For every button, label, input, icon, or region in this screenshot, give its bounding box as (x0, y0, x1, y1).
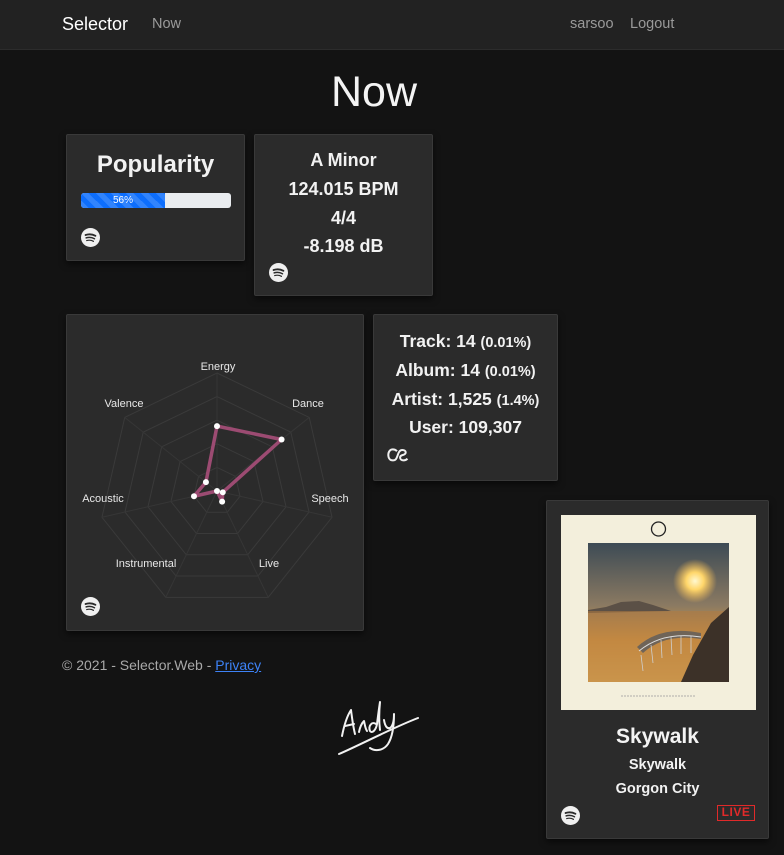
now-playing-card: Skywalk Skywalk Gorgon City LIVE (546, 500, 769, 839)
brand-link[interactable]: Selector (62, 14, 128, 35)
radar-chart: Energy Dance Speech Live Instrumental Ac… (82, 361, 349, 598)
artist-name: Gorgon City (615, 781, 700, 797)
radar-point-valence (202, 479, 209, 486)
privacy-link[interactable]: Privacy (215, 657, 261, 673)
radar-label-live: Live (259, 558, 279, 570)
radar-point-live (219, 498, 226, 505)
radar-point-dance (278, 436, 285, 443)
album-art-image[interactable] (561, 515, 756, 710)
popularity-progress: 56% (81, 193, 231, 208)
radar-grid-spoke (165, 490, 218, 598)
spotify-icon (561, 806, 580, 825)
radar-point-instrumental (214, 488, 220, 494)
popularity-progress-fill: 56% (81, 193, 165, 208)
radar-label-energy: Energy (201, 361, 236, 373)
radar-series-line (192, 424, 284, 504)
album-scrobbles: Album: 14 (0.01%) (374, 360, 557, 381)
track-scrobbles: Track: 14 (0.01%) (374, 331, 557, 352)
track-title: Skywalk (616, 725, 699, 748)
artist-scrobbles-count: Artist: 1,525 (391, 389, 492, 409)
radar-label-dance: Dance (292, 398, 324, 410)
radar-label-instrumental: Instrumental (116, 558, 177, 570)
spotify-icon (269, 263, 288, 282)
track-scrobbles-pct: (0.01%) (480, 335, 532, 351)
scrobble-card: Track: 14 (0.01%) Album: 14 (0.01%) Arti… (373, 314, 558, 481)
album-scrobbles-count: Album: 14 (395, 360, 480, 380)
spotify-icon (81, 228, 100, 247)
audio-features-card: A Minor 124.015 BPM 4/4 -8.198 dB (254, 134, 433, 296)
radar-grid-spoke (216, 490, 269, 598)
footer: © 2021 - Selector.Web - Privacy (62, 657, 261, 673)
popularity-title: Popularity (96, 151, 215, 178)
radar-point-energy (214, 423, 220, 430)
user-scrobbles: User: 109,307 (409, 417, 522, 437)
radar-label-acoustic: Acoustic (82, 493, 124, 505)
radar-point-speech (219, 489, 226, 496)
nav-link-logout[interactable]: Logout (630, 16, 674, 32)
spotify-icon (81, 597, 100, 616)
footer-copyright: © 2021 - Selector.Web - (62, 657, 216, 673)
key-value: A Minor (310, 150, 377, 170)
track-scrobbles-count: Track: 14 (399, 331, 476, 351)
album-scrobbles-pct: (0.01%) (484, 364, 536, 380)
artist-scrobbles-pct: (1.4%) (496, 393, 540, 409)
album-title: Skywalk (628, 757, 687, 773)
live-badge: LIVE (717, 805, 755, 821)
page-title: Now (330, 68, 418, 116)
nav-link-now[interactable]: Now (152, 16, 181, 32)
loudness-value: -8.198 dB (303, 236, 384, 256)
nav-link-user[interactable]: sarsoo (570, 16, 614, 32)
lastfm-icon (387, 448, 409, 462)
tempo-value: 124.015 BPM (288, 179, 399, 199)
radar-label-valence: Valence (105, 398, 144, 410)
artist-scrobbles: Artist: 1,525 (1.4%) (374, 389, 557, 410)
radar-chart-card: Energy Dance Speech Live Instrumental Ac… (66, 314, 364, 631)
time-signature-value: 4/4 (330, 208, 357, 228)
navbar: Selector Now sarsoo Logout (0, 0, 784, 50)
radar-point-acoustic (190, 493, 197, 500)
signature-logo (338, 701, 419, 755)
radar-label-speech: Speech (311, 493, 348, 505)
popularity-card: Popularity 56% (66, 134, 245, 261)
